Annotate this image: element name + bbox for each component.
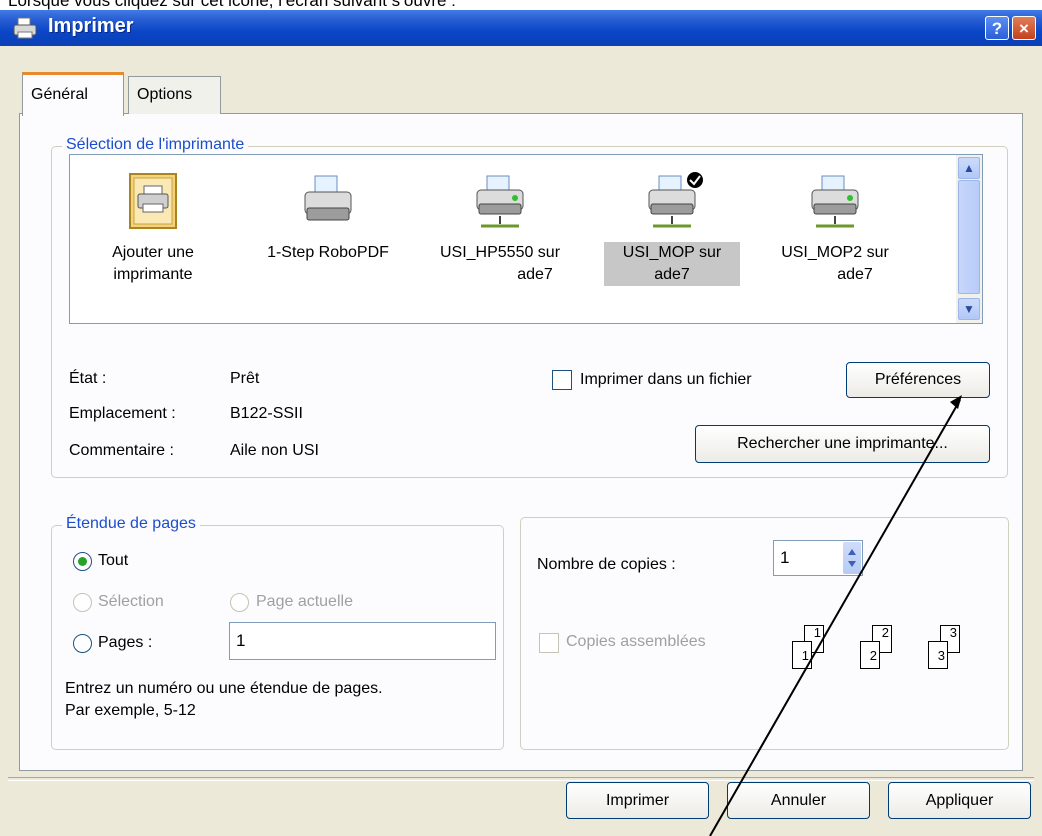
annotation-arrow (709, 395, 962, 836)
tab-general[interactable]: Général (22, 72, 124, 116)
